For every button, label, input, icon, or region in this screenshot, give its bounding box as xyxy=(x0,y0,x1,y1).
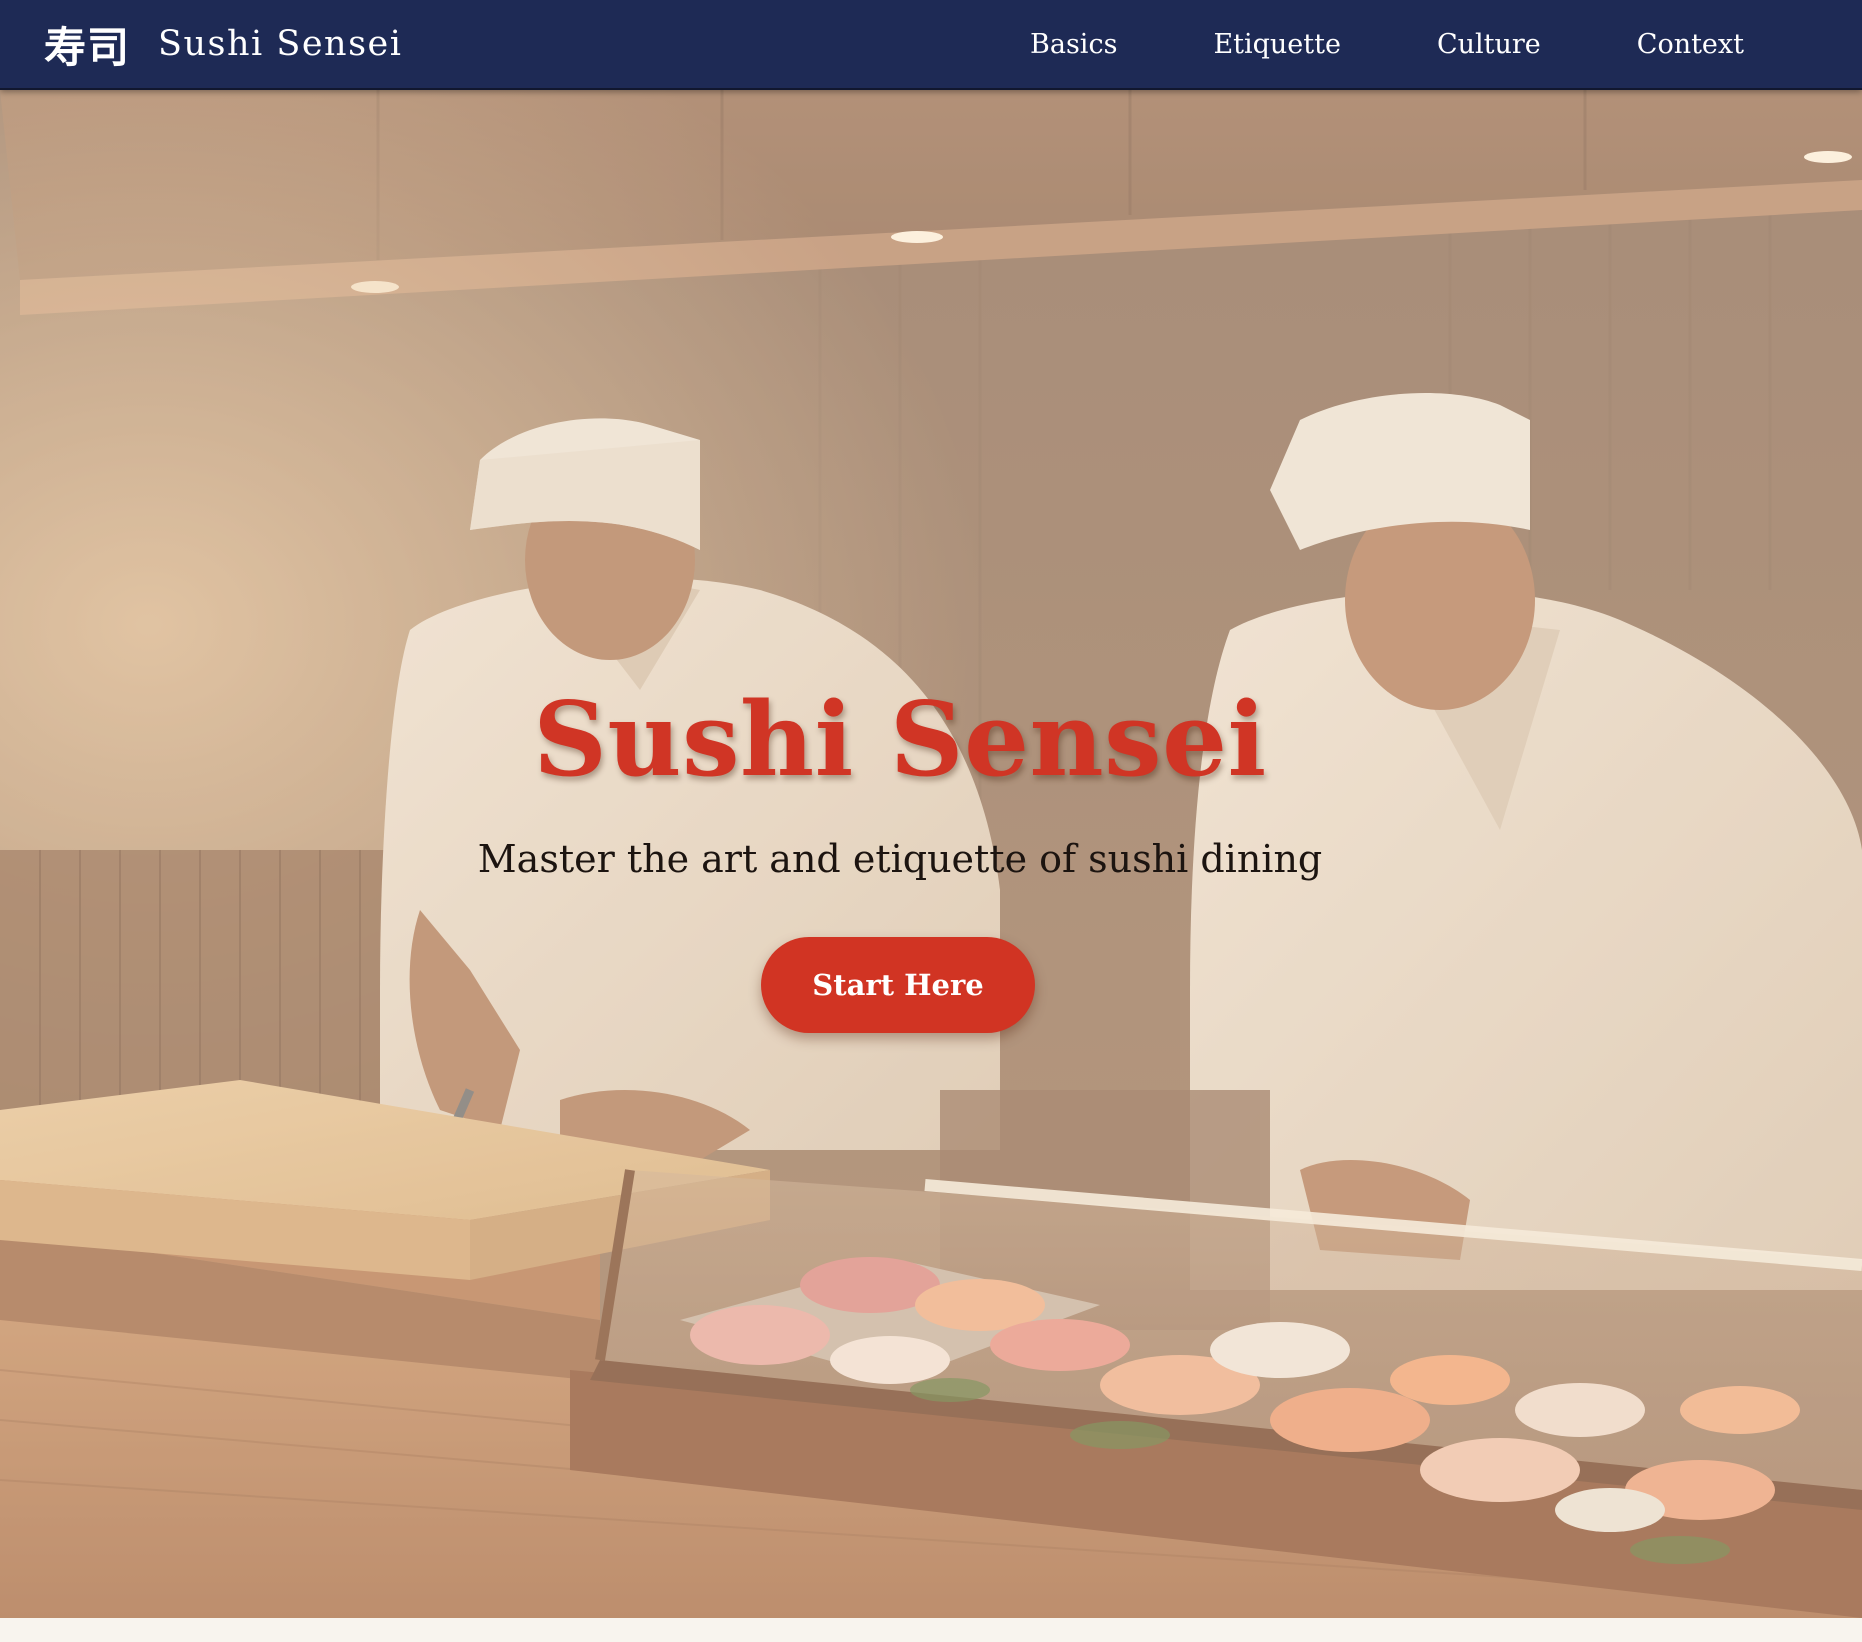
nav-link-culture[interactable]: Culture xyxy=(1437,29,1541,60)
brand-logo-link[interactable]: 寿司 Sushi Sensei xyxy=(44,0,402,88)
hero-section: Sushi Sensei Master the art and etiquett… xyxy=(0,90,1862,1618)
brand-name: Sushi Sensei xyxy=(158,24,403,64)
hero-subtitle: Master the art and etiquette of sushi di… xyxy=(477,837,1323,881)
nav-link-basics[interactable]: Basics xyxy=(1030,29,1117,60)
nav-link-etiquette[interactable]: Etiquette xyxy=(1213,29,1341,60)
nav-link-context[interactable]: Context xyxy=(1637,29,1744,60)
hero-title: Sushi Sensei xyxy=(533,680,1267,800)
start-here-button[interactable]: Start Here xyxy=(761,937,1035,1033)
top-navbar: 寿司 Sushi Sensei Basics Etiquette Culture… xyxy=(0,0,1862,90)
nav-links: Basics Etiquette Culture Context xyxy=(1030,0,1744,88)
brand-kanji: 寿司 xyxy=(44,22,131,72)
next-section-edge xyxy=(0,1618,1862,1642)
